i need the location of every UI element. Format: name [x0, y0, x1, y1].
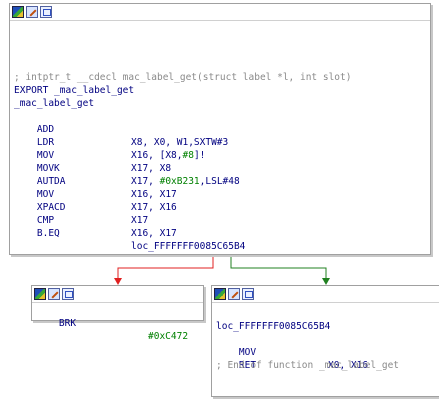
- true-branch-edge: [230, 253, 330, 285]
- instruction-row[interactable]: ADD X8, X0, W1,SXTW#3: [14, 110, 424, 148]
- instruction-row[interactable]: XPACD X17: [14, 188, 424, 226]
- location-label[interactable]: loc_FFFFFFF0085C65B4: [216, 320, 330, 333]
- function-label[interactable]: _mac_label_get: [14, 97, 94, 110]
- brk-block-titlebar: [32, 286, 203, 303]
- node-color-icon[interactable]: [214, 288, 226, 300]
- instruction-row[interactable]: RET: [216, 346, 436, 371]
- node-color-icon[interactable]: [34, 288, 46, 300]
- false-branch-arrowhead: [114, 278, 122, 285]
- instruction-row[interactable]: MOV X17, X16: [14, 175, 424, 213]
- rename-icon[interactable]: [228, 288, 240, 300]
- main-block-titlebar: [10, 4, 430, 21]
- instruction-row[interactable]: B.EQ loc_FFFFFFF0085C65B4: [14, 214, 424, 252]
- branch-target-code-block[interactable]: loc_FFFFFFF0085C65B4 MOV X0, X16 RET ; E…: [211, 285, 439, 397]
- instruction-row[interactable]: LDR X16, [X8,#8]!: [14, 123, 424, 161]
- main-code-block[interactable]: ; intptr_t __cdecl mac_label_get(struct …: [9, 3, 431, 255]
- instruction-row[interactable]: MOVK X17, #0xB231,LSL#48: [14, 149, 424, 187]
- export-directive: EXPORT _mac_label_get: [14, 85, 135, 96]
- instruction-row[interactable]: MOV X0, X16: [216, 333, 436, 371]
- false-branch-edge: [114, 253, 214, 285]
- mnemonic: BRK: [58, 318, 77, 329]
- function-signature-comment: ; intptr_t __cdecl mac_label_get(struct …: [14, 72, 352, 83]
- rename-icon[interactable]: [48, 288, 60, 300]
- end-of-function-comment: ; End of function _mac_label_get: [216, 360, 400, 371]
- rename-icon[interactable]: [26, 6, 38, 18]
- true-branch-arrowhead: [322, 278, 330, 285]
- group-nodes-icon[interactable]: [40, 6, 52, 18]
- node-color-icon[interactable]: [12, 6, 24, 18]
- group-nodes-icon[interactable]: [62, 288, 74, 300]
- mnemonic: B.EQ: [36, 228, 60, 239]
- group-nodes-icon[interactable]: [242, 288, 254, 300]
- instruction-row[interactable]: CMP X16, X17: [14, 201, 424, 239]
- instruction-row[interactable]: AUTDA X16, X17: [14, 162, 424, 200]
- immediate-value: #0xC472: [148, 331, 189, 342]
- target-block-titlebar: [212, 286, 439, 303]
- operands: X16, X17: [131, 228, 177, 239]
- instruction-row[interactable]: MOV X17, X8: [14, 136, 424, 174]
- brk-code-block[interactable]: BRK #0xC472: [31, 285, 204, 342]
- instruction-row[interactable]: BRK #0xC472: [36, 304, 201, 342]
- branch-target-operand[interactable]: loc_FFFFFFF0085C65B4: [131, 240, 245, 253]
